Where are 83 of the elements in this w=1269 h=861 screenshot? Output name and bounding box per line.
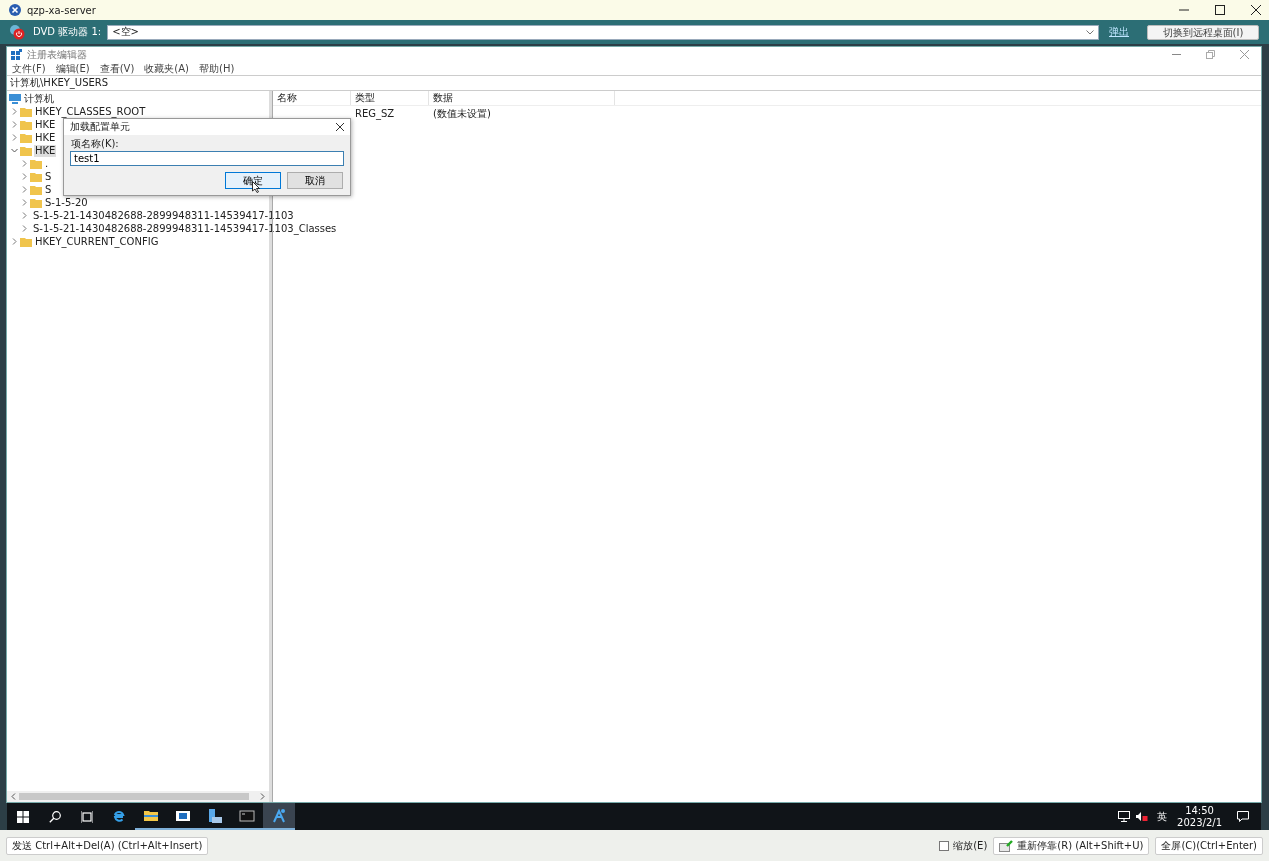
registry-icon [11,49,22,60]
tree-item[interactable]: HKE [34,144,57,157]
tree-item[interactable]: S [44,170,53,183]
tree-item[interactable]: S-1-5-20 [44,196,89,209]
menu-item[interactable]: 收藏夹(A) [144,61,189,76]
tree-item[interactable]: HKE [34,131,57,144]
dialog-title: 加载配置单元 [70,120,130,134]
scroll-right-icon[interactable] [260,793,266,800]
menu-item[interactable]: 查看(V) [99,61,135,76]
console-icon [239,807,255,824]
column-header[interactable]: 名称 [273,91,351,105]
input-method-indicator[interactable]: 英 [1157,809,1168,824]
menu-item[interactable]: 帮助(H) [199,61,235,76]
send-keys-button[interactable]: 发送 Ctrl+Alt+Del(A) (Ctrl+Alt+Insert) [6,836,209,855]
folder-icon [30,184,42,195]
folder-icon [20,145,32,156]
menu-item[interactable]: 文件(F) [12,61,46,76]
folder-icon [20,236,32,247]
switch-button[interactable]: 切换到远程桌面(I) [1147,24,1259,40]
column-header[interactable]: 类型 [351,91,429,105]
window-title: qzp-xa-server [27,4,96,16]
tree-item[interactable]: . [44,157,50,170]
menu-item[interactable]: 编辑(E) [55,61,90,76]
search-icon[interactable] [49,810,61,823]
network-icon[interactable] [1118,811,1131,822]
clock[interactable]: 14:50 2023/2/1 [1177,804,1222,829]
name-input-field[interactable]: test1 [70,151,344,166]
redock-button[interactable]: 重新停靠(R) (Alt+Shift+U) [993,836,1150,855]
redock-icon [999,839,1014,852]
chevron-right-icon[interactable] [11,134,18,141]
restore-icon[interactable] [1206,50,1215,59]
scrollbar-thumb[interactable] [19,793,249,800]
folder-icon [20,106,32,117]
registry-icon [271,807,287,824]
chevron-down-icon[interactable] [11,147,18,154]
folder-icon [20,119,32,130]
fullscreen-button[interactable]: 全屏(C)(Ctrl+Enter) [1155,836,1263,855]
chevron-right-icon[interactable] [21,199,28,206]
address-field[interactable]: 计算机\HKEY_USERS [7,75,1261,91]
tree-item[interactable]: S-1-5-21-1430482688-2899948311-14539417-1103_Classes [32,222,338,235]
folder-icon [30,171,42,182]
tree-item[interactable]: S [44,183,53,196]
speaker-muted-icon[interactable] [1136,811,1149,822]
maximize-icon[interactable] [1215,5,1225,15]
chevron-right-icon[interactable] [21,225,28,232]
chevron-right-icon[interactable] [11,121,18,128]
drive-label: DVD 驱动器 1: [33,25,102,39]
server-icon [207,807,223,824]
computer-icon [9,93,21,104]
window-title: 注册表编辑器 [27,47,87,62]
task-view-icon[interactable] [81,810,93,823]
scale-checkbox[interactable] [939,840,950,851]
close-icon[interactable] [336,123,344,131]
table-cell-text: (数值未设置) [432,106,492,121]
cancel-button[interactable]: 取消 [287,172,343,189]
column-header[interactable]: 数据 [429,91,615,105]
tree-item[interactable]: 计算机 [23,92,55,105]
eject-link[interactable]: 弹出 [1109,25,1129,39]
tree-item[interactable]: HKE [34,118,57,131]
close-icon[interactable] [1251,5,1261,15]
windows-start-icon[interactable] [17,810,29,823]
chevron-right-icon[interactable] [11,108,18,115]
drive-dropdown[interactable]: <空> [107,24,1099,40]
field-label: 项名称(K): [71,138,120,150]
tree-item[interactable]: S-1-5-21-1430482688-2899948311-14539417-1103 [32,209,295,222]
notification-icon[interactable] [1237,811,1249,822]
chevron-right-icon[interactable] [21,173,28,180]
folder-icon [30,197,42,208]
tree-item[interactable]: HKEY_CURRENT_CONFIG [34,235,160,248]
chevron-right-icon[interactable] [21,186,28,193]
table-cell-text: REG_SZ [354,108,396,119]
chevron-right-icon[interactable] [21,160,28,167]
checkbox-label: 缩放(E) [953,838,988,853]
folder-icon [20,132,32,143]
browser-e-icon [111,808,127,825]
tree-item[interactable]: HKEY_CLASSES_ROOT [34,105,147,118]
chevron-down-icon [1086,29,1094,35]
chevron-right-icon[interactable] [11,238,18,245]
chevron-right-icon[interactable] [21,212,28,219]
app-logo-icon [9,4,21,16]
folder-icon [30,158,42,169]
scroll-left-icon[interactable] [10,793,16,800]
disc-power-icon [9,24,25,40]
